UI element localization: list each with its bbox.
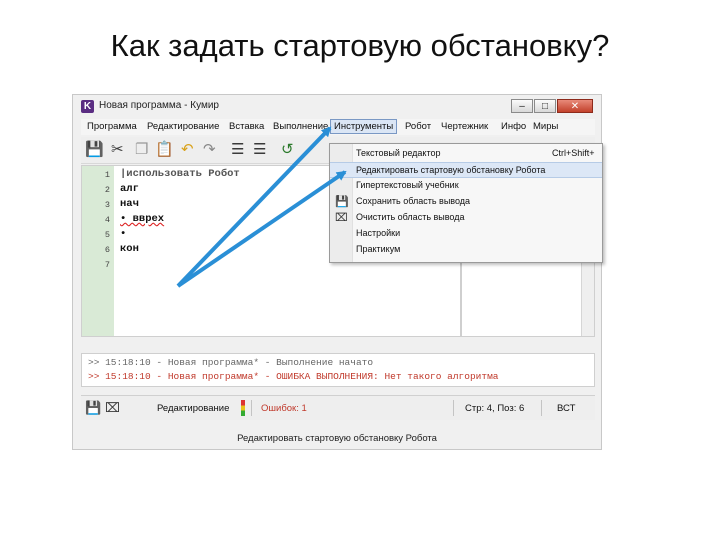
code-line[interactable]: нач [120, 198, 139, 210]
redo-icon[interactable]: ↷ [203, 141, 216, 159]
menu-program[interactable]: Программа [87, 121, 137, 132]
menu-item-practicum[interactable]: Практикум [330, 242, 602, 258]
menu-tools[interactable]: Инструменты [330, 119, 398, 134]
menu-edit[interactable]: Редактирование [147, 121, 219, 132]
divider [541, 400, 542, 416]
line-number: 7 [104, 260, 110, 270]
run-icon[interactable]: ↺ [281, 141, 294, 159]
statusbar: 💾 ⌧ Редактирование Ошибок: 1 Стр: 4, Поз… [81, 395, 595, 420]
output-log[interactable]: >> 15:18:10 - Новая программа* - Выполне… [81, 353, 595, 387]
code-line[interactable]: |использовать Робот [120, 168, 240, 180]
window-title: Новая программа - Кумир [99, 100, 219, 111]
code-line[interactable]: • [120, 228, 126, 240]
menubar: Программа Редактирование Вставка Выполне… [81, 119, 595, 135]
menu-item-label: Практикум [356, 244, 401, 254]
save-icon: 💾 [335, 196, 349, 208]
divider [251, 400, 252, 416]
line-number: 6 [104, 245, 110, 255]
window-titlebar: K Новая программа - Кумир – □ ✕ [81, 99, 595, 115]
status-errors: Ошибок: 1 [261, 403, 307, 414]
menu-draftsman[interactable]: Чертежник [441, 121, 488, 132]
menu-item-label: Настройки [356, 228, 401, 238]
tools-dropdown-menu: Текстовый редактор Ctrl+Shift+ Редактиро… [329, 143, 603, 263]
status-insert-mode: ВСТ [557, 403, 576, 414]
paste-icon[interactable]: 📋 [155, 141, 174, 159]
line-number: 5 [104, 230, 110, 240]
close-button[interactable]: ✕ [557, 99, 593, 113]
menu-item-text-editor[interactable]: Текстовый редактор Ctrl+Shift+ [330, 146, 602, 162]
line-number: 1 [104, 170, 110, 180]
indent-icon[interactable]: ☰ [231, 141, 244, 159]
cut-icon[interactable]: ✂ [111, 141, 124, 159]
outdent-icon[interactable]: ☰ [253, 141, 266, 159]
menu-item-edit-robot-start[interactable]: Редактировать стартовую обстановку Робот… [330, 162, 602, 178]
line-number: 2 [104, 185, 110, 195]
copy-icon[interactable]: ❐ [135, 141, 148, 159]
app-logo-icon: K [81, 100, 94, 113]
menu-info[interactable]: Инфо [501, 121, 526, 132]
log-line-error: >> 15:18:10 - Новая программа* - ОШИБКА … [88, 371, 499, 382]
status-mode: Редактирование [157, 403, 230, 414]
screenshot-caption: Редактировать стартовую обстановку Робот… [237, 433, 437, 444]
menu-item-label: Редактировать стартовую обстановку Робот… [356, 165, 546, 175]
save-icon[interactable]: 💾 [85, 399, 101, 417]
status-position: Стр: 4, Поз: 6 [465, 403, 525, 414]
line-number: 3 [104, 200, 110, 210]
minimize-button[interactable]: – [511, 99, 533, 113]
code-line[interactable]: • вврех [120, 213, 164, 225]
menu-item-label: Очистить область вывода [356, 212, 465, 222]
menu-run[interactable]: Выполнение [273, 121, 328, 132]
log-line: >> 15:18:10 - Новая программа* - Выполне… [88, 357, 374, 368]
menu-item-clear-output[interactable]: ⌧ Очистить область вывода [330, 210, 602, 226]
divider [453, 400, 454, 416]
line-number: 4 [104, 215, 110, 225]
menu-item-shortcut: Ctrl+Shift+ [552, 148, 595, 158]
undo-icon[interactable]: ↶ [181, 141, 194, 159]
menu-worlds[interactable]: Миры [533, 121, 558, 132]
slide-title: Как задать стартовую обстановку? [110, 28, 610, 63]
menu-robot[interactable]: Робот [405, 121, 431, 132]
clear-icon[interactable]: ⌧ [105, 399, 120, 417]
status-traffic-light-icon [241, 400, 245, 416]
menu-item-label: Сохранить область вывода [356, 196, 471, 206]
maximize-button[interactable]: □ [534, 99, 556, 113]
menu-item-hypertext-tutorial[interactable]: Гипертекстовый учебник [330, 178, 602, 194]
menu-item-label: Текстовый редактор [356, 148, 441, 158]
line-number-gutter: 1 2 3 4 5 6 7 [82, 166, 114, 336]
menu-item-settings[interactable]: Настройки [330, 226, 602, 242]
save-icon[interactable]: 💾 [85, 141, 104, 159]
menu-item-save-output[interactable]: 💾 Сохранить область вывода [330, 194, 602, 210]
code-line[interactable]: кон [120, 243, 139, 255]
menu-insert[interactable]: Вставка [229, 121, 264, 132]
screenshot-frame: K Новая программа - Кумир – □ ✕ Программ… [72, 94, 603, 450]
menu-item-label: Гипертекстовый учебник [356, 180, 459, 190]
code-line[interactable]: алг [120, 183, 139, 195]
clear-icon: ⌧ [335, 212, 348, 224]
